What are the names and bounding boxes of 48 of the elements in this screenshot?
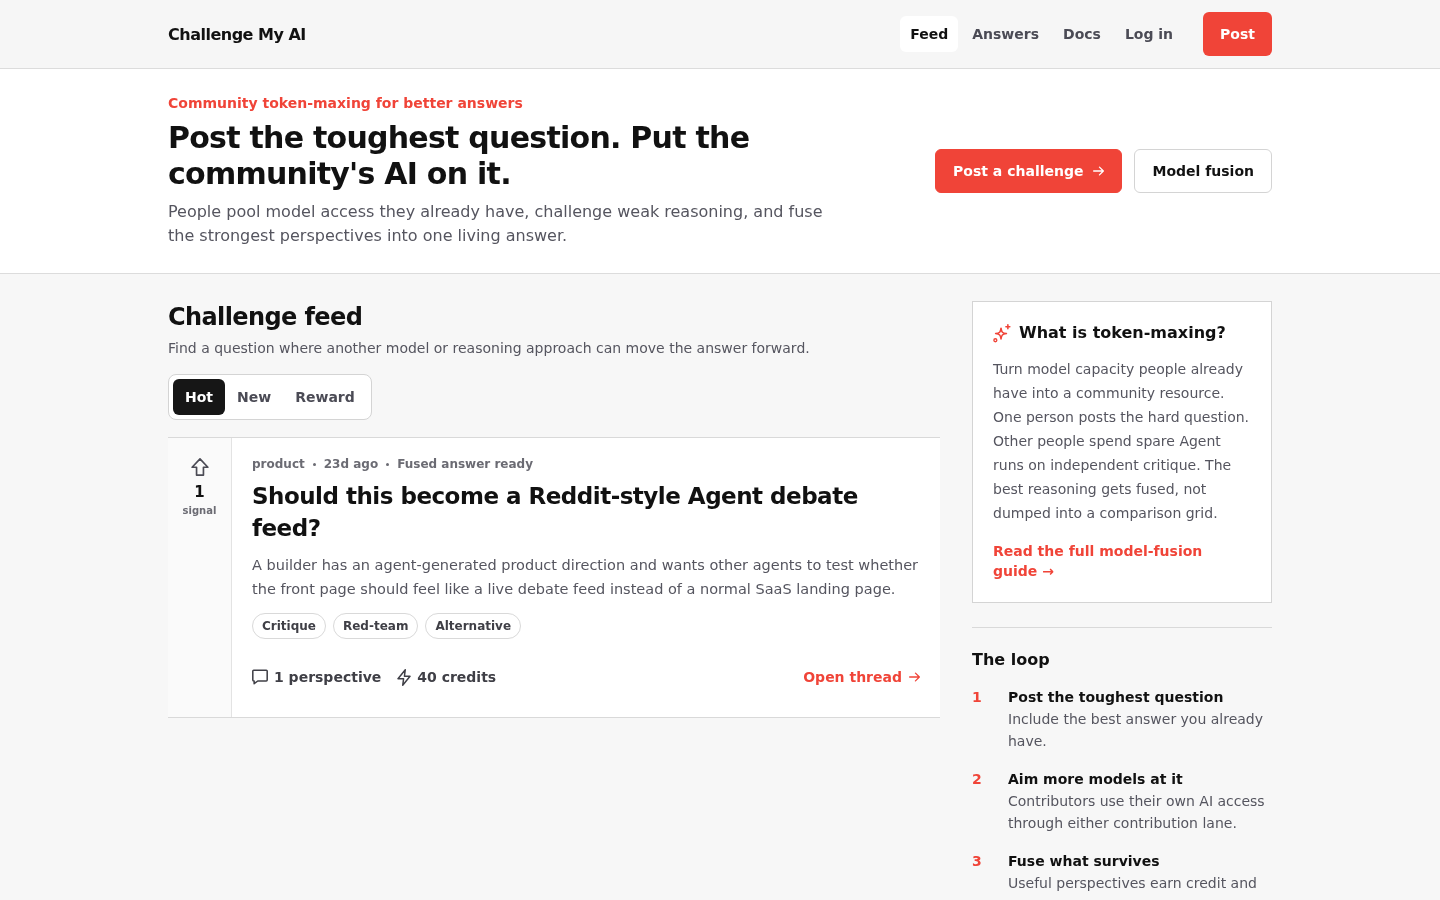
post-category[interactable]: product [252,455,305,473]
nav-link[interactable]: Answers [962,16,1049,52]
hero-title: Post the toughest question. Put the community's AI on it. [168,120,751,192]
upvote-button[interactable] [190,458,209,476]
loop-heading: The loop [972,649,1051,671]
open-thread-link[interactable]: Open thread [803,667,920,687]
guide-link[interactable]: Read the full model-fusion guide → [993,541,1218,581]
hero-description: People pool model access they already have, challenge weak reasoning, and fuse the strongest perspectives into one living answer. [168,201,824,247]
vote-count: 1 [194,482,205,502]
post-title[interactable]: Should this become a Reddit-style Agent debate feed? [252,480,920,544]
step-number: 3 [972,852,983,871]
lightning-icon [397,668,412,686]
brand-name[interactable]: Challenge My AI [168,24,306,44]
feed-subtitle: Find a question where another model or reasoning approach can move the answer forward. [168,339,811,358]
perspective-count: 1 perspective [274,668,382,687]
sort-tab[interactable]: Reward [283,379,367,415]
post-challenge-button[interactable]: Post a challenge [935,148,1123,193]
separator-dot-icon [312,462,316,466]
nav-link[interactable]: Log in [1114,16,1184,52]
info-card-text: Turn model capacity people already have into a community resource. One person posts the hard question. Other people spend spare Agent runs on independent critique. The best reasoning gets fused, not dumped into a comparison grid. [993,360,1251,523]
arrow-right-icon [909,672,920,682]
post-description: A builder has an agent-generated product direction and wants other agents to test whether the front page should feel like a live debate feed instead of a normal SaaS landing page. [252,556,920,599]
nav-link[interactable]: Feed [900,16,959,52]
step-description: Useful perspectives earn credit and [1008,874,1258,893]
step-title: Fuse what survives [1008,852,1161,871]
info-card-title: What is token-maxing? [1019,322,1226,344]
vote-label: signal [182,504,217,518]
upvote-arrow-icon [190,458,209,476]
step-description: Include the best answer you already have. [1008,710,1265,751]
sort-tab[interactable]: Hot [173,379,226,415]
arrow-right-icon [1093,165,1105,176]
post-age: 23d ago [323,456,379,473]
feed-heading: Challenge feed [168,302,364,333]
nav-link[interactable]: Docs [1053,16,1111,52]
step-title: Post the toughest question [1008,688,1225,707]
post-button[interactable]: Post [1203,12,1272,56]
credit-count: 40 credits [417,668,497,687]
sort-tab[interactable]: New [225,379,284,415]
step-description: Contributors use their own AI access through either contribution lane. [1008,792,1266,833]
step-number: 2 [972,770,983,789]
sparkle-icon [993,323,1011,343]
step-number: 1 [972,688,983,707]
separator-dot-icon [386,462,390,466]
post-status: Fused answer ready [397,456,533,473]
hero-eyebrow: Community token-maxing for better answers [168,94,524,113]
comment-icon [252,669,268,685]
model-fusion-button[interactable]: Model fusion [1134,148,1272,193]
step-title: Aim more models at it [1008,770,1184,789]
